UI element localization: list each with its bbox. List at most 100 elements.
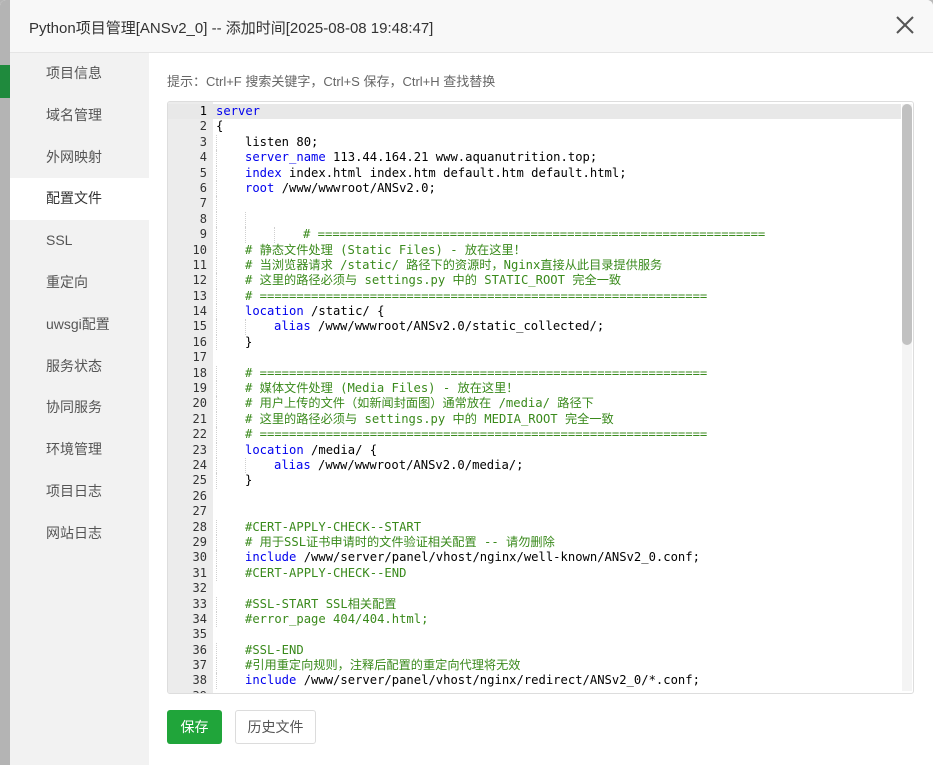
code-line: 20 # 用户上传的文件（如新闻封面图）通常放在 /media/ 路径下: [168, 396, 901, 412]
code-line: 26: [168, 489, 901, 504]
line-number: 5: [199, 165, 207, 180]
code-token: /www/server/panel/vhost/nginx/well-known…: [296, 550, 700, 565]
code-text: #引用重定向规则，注释后配置的重定向代理将无效: [245, 658, 520, 673]
line-number: 4: [199, 150, 207, 165]
code-text: alias /www/wwwroot/ANSv2.0/static_collec…: [274, 319, 604, 334]
line-number: 19: [192, 381, 207, 396]
indent-guide: [216, 565, 217, 582]
editor-scrollbar[interactable]: [902, 104, 912, 691]
code-line: 19 # 媒体文件处理 (Media Files) - 放在这里！: [168, 381, 901, 397]
code-line: 5 index index.html index.htm default.htm …: [168, 165, 901, 181]
code-line: 35: [168, 627, 901, 642]
code-text: include /www/server/panel/vhost/nginx/we…: [245, 550, 700, 565]
code-line: 30 include /www/server/panel/vhost/nginx/…: [168, 550, 901, 566]
code-editor[interactable]: 1 server 2{3 listen 80; 4 server_name 113.44.…: [167, 101, 914, 694]
code-text: # ======================================…: [245, 427, 707, 442]
code-comment: # 用户上传的文件（如新闻封面图）通常放在 /media/ 路径下: [245, 396, 594, 411]
line-number: 28: [192, 519, 207, 534]
code-content[interactable]: 1 server 2{3 listen 80; 4 server_name 113.44.…: [168, 104, 901, 693]
line-number: 31: [192, 565, 207, 580]
dialog-sidebar: 项目信息 域名管理 外网映射 配置文件 SSL 重定向 uwsgi配置 服务状态 协同服务 环境管…: [10, 53, 149, 765]
sidebar-item[interactable]: 服务状态: [10, 346, 149, 388]
line-number: 17: [192, 350, 207, 365]
code-keyword: location: [245, 304, 304, 319]
code-line: 17: [168, 350, 901, 365]
code-text: listen 80;: [245, 135, 318, 150]
sidebar-item[interactable]: 环境管理: [10, 429, 149, 471]
code-keyword: index: [245, 165, 282, 180]
indent-guide: [216, 227, 217, 243]
close-icon: [896, 16, 914, 34]
code-comment: # 这里的路径必须与 settings.py 中的 STATIC_ROOT 完全…: [245, 273, 622, 288]
sidebar-item[interactable]: SSL: [10, 220, 149, 262]
indent-guide: [216, 365, 217, 382]
indent-guide: [216, 381, 217, 397]
line-number: 16: [192, 334, 207, 349]
sidebar-item[interactable]: 协同服务: [10, 387, 149, 429]
code-text: }: [245, 335, 252, 350]
code-line: 2{: [168, 119, 901, 134]
line-number: 7: [199, 196, 207, 211]
code-keyword: include: [245, 550, 297, 565]
code-text: server_name 113.44.164.21 www.aquanutrit…: [245, 150, 597, 165]
code-comment: # 媒体文件处理 (Media Files) - 放在这里！: [245, 381, 519, 396]
indent-guide: [216, 550, 217, 566]
code-line: 24 alias /www/wwwroot/ANSv2.0/media/;: [168, 457, 901, 474]
line-number: 11: [192, 257, 207, 272]
code-text: location /static/ {: [245, 304, 384, 319]
code-line: 18 # ====================================…: [168, 365, 901, 382]
sidebar-item[interactable]: 外网映射: [10, 137, 149, 179]
code-line: 23 location /media/ {: [168, 442, 901, 458]
code-token: /www/wwwroot/ANSv2.0/static_collected/;: [310, 319, 605, 334]
sidebar-item[interactable]: 配置文件: [10, 178, 149, 221]
indent-guide: [216, 211, 217, 228]
indent-guide: [216, 534, 217, 551]
line-number: 32: [192, 581, 207, 596]
code-text: # 媒体文件处理 (Media Files) - 放在这里！: [245, 381, 518, 396]
indent-guide: [216, 273, 217, 289]
sidebar-item[interactable]: 项目日志: [10, 471, 149, 513]
code-text: # ======================================…: [245, 366, 707, 381]
indent-guide: [216, 180, 217, 197]
line-number: 18: [192, 365, 207, 380]
sidebar-item[interactable]: uwsgi配置: [10, 304, 149, 346]
line-number: 27: [192, 504, 207, 519]
sidebar-item[interactable]: 网站日志: [10, 513, 149, 555]
code-line: 7: [168, 196, 901, 212]
indent-guide: [216, 611, 217, 628]
code-text: root /www/wwwroot/ANSv2.0;: [245, 181, 436, 196]
indent-guide: [216, 257, 217, 274]
code-keyword: alias: [274, 319, 311, 334]
code-line: 4 server_name 113.44.164.21 www.aquanutri…: [168, 150, 901, 166]
sidebar-item[interactable]: 项目信息: [10, 53, 149, 95]
code-comment: # 当浏览器请求 /static/ 路径下的资源时，Nginx直接从此目录提供服…: [245, 257, 663, 272]
code-keyword: root: [245, 180, 275, 195]
line-number: 26: [192, 488, 207, 503]
code-line: 32: [168, 581, 901, 596]
code-text: #CERT-APPLY-CHECK--START: [245, 520, 421, 535]
code-line: 39: [168, 689, 901, 693]
save-button[interactable]: 保存: [167, 710, 222, 744]
code-text: server: [216, 104, 260, 119]
code-comment: #SSL-END: [245, 642, 304, 657]
close-button[interactable]: [890, 10, 920, 40]
indent-guide: [274, 227, 275, 243]
line-number: 30: [192, 550, 207, 565]
code-comment: #error_page 404/404.html;: [245, 611, 429, 626]
sidebar-item[interactable]: 域名管理: [10, 95, 149, 137]
code-text: #error_page 404/404.html;: [245, 612, 428, 627]
line-number: 20: [192, 396, 207, 411]
history-files-button[interactable]: 历史文件: [235, 710, 316, 744]
sidebar-item[interactable]: 重定向: [10, 262, 149, 304]
code-text: # ======================================…: [245, 289, 707, 304]
code-token: {: [216, 119, 224, 134]
line-number: 15: [192, 319, 207, 334]
code-line: 28 #CERT-APPLY-CHECK--START: [168, 519, 901, 535]
line-number: 14: [192, 304, 207, 319]
code-line: 37 #引用重定向规则，注释后配置的重定向代理将无效: [168, 658, 901, 674]
code-comment: # ======================================…: [245, 427, 708, 442]
code-token: listen 80;: [245, 134, 319, 149]
code-comment: # ======================================…: [303, 227, 766, 242]
code-text: alias /www/wwwroot/ANSv2.0/media/;: [274, 458, 523, 473]
scrollbar-thumb[interactable]: [902, 104, 912, 345]
